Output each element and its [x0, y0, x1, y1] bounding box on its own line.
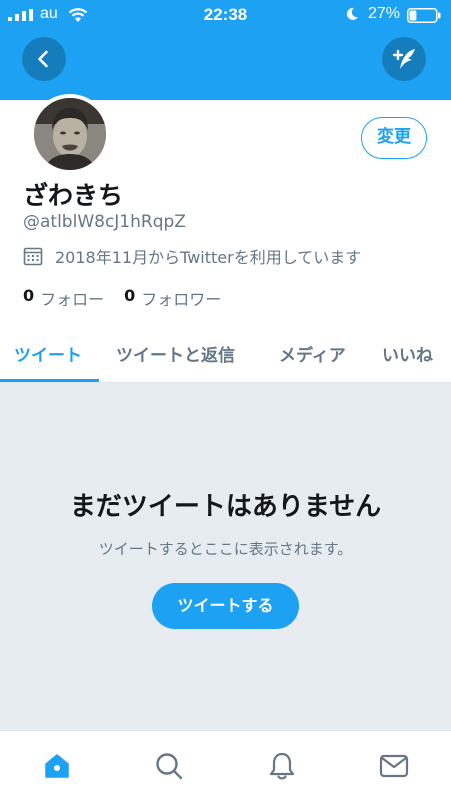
battery-percent: 27% — [368, 5, 401, 22]
join-date-row: 2018年11月からTwitterを利用しています — [23, 243, 361, 269]
following-link[interactable]: 0 フォロー — [23, 286, 104, 310]
profile-photo — [34, 98, 106, 170]
display-name: ざわきち — [23, 181, 124, 210]
compose-tweet-icon — [392, 49, 415, 69]
nav-search[interactable] — [152, 749, 186, 783]
status-bar: au 22:38 27% — [0, 0, 451, 30]
tab-tweets-and-replies[interactable]: ツイートと返信 — [116, 341, 235, 366]
back-button[interactable] — [22, 37, 66, 81]
back-arrow-icon — [38, 50, 48, 68]
following-label: フォロー — [40, 290, 105, 309]
profile-tabs: ツイート ツイートと返信 メディア いいね — [0, 328, 451, 383]
empty-state-title: まだツイートはありません — [69, 492, 382, 522]
active-tab-indicator — [0, 379, 99, 382]
compose-tweet-button[interactable] — [382, 37, 426, 81]
empty-state: まだツイートはありません ツイートするとここに表示されます。 ツイートする — [0, 383, 451, 730]
home-icon — [45, 754, 69, 778]
nav-messages[interactable] — [377, 749, 411, 783]
following-count: 0 — [23, 286, 35, 305]
bottom-nav — [0, 730, 451, 800]
nav-home[interactable] — [40, 749, 74, 783]
followers-label: フォロワー — [141, 290, 222, 309]
profile-header-banner: au 22:38 27% — [0, 0, 451, 100]
notifications-icon — [269, 752, 295, 780]
tweet-button[interactable]: ツイートする — [152, 583, 299, 629]
tab-tweets[interactable]: ツイート — [14, 341, 82, 366]
followers-link[interactable]: 0 フォロワー — [124, 286, 221, 310]
calendar-icon — [23, 247, 43, 266]
avatar[interactable] — [30, 94, 110, 174]
user-handle: @atlblW8cJ1hRqpZ — [23, 212, 186, 232]
followers-count: 0 — [124, 286, 136, 305]
empty-state-subtitle: ツイートするとここに表示されます。 — [98, 540, 353, 558]
tab-likes[interactable]: いいね — [382, 341, 433, 366]
moon-icon — [346, 7, 358, 20]
nav-notifications[interactable] — [265, 749, 299, 783]
messages-icon — [379, 754, 409, 778]
tab-media[interactable]: メディア — [279, 341, 346, 366]
search-icon — [156, 753, 183, 780]
edit-profile-button[interactable]: 変更 — [361, 117, 427, 159]
follow-stats: 0 フォロー 0 フォロワー — [23, 286, 241, 310]
battery-icon — [407, 8, 441, 23]
join-date: 2018年11月からTwitterを利用しています — [55, 248, 362, 267]
